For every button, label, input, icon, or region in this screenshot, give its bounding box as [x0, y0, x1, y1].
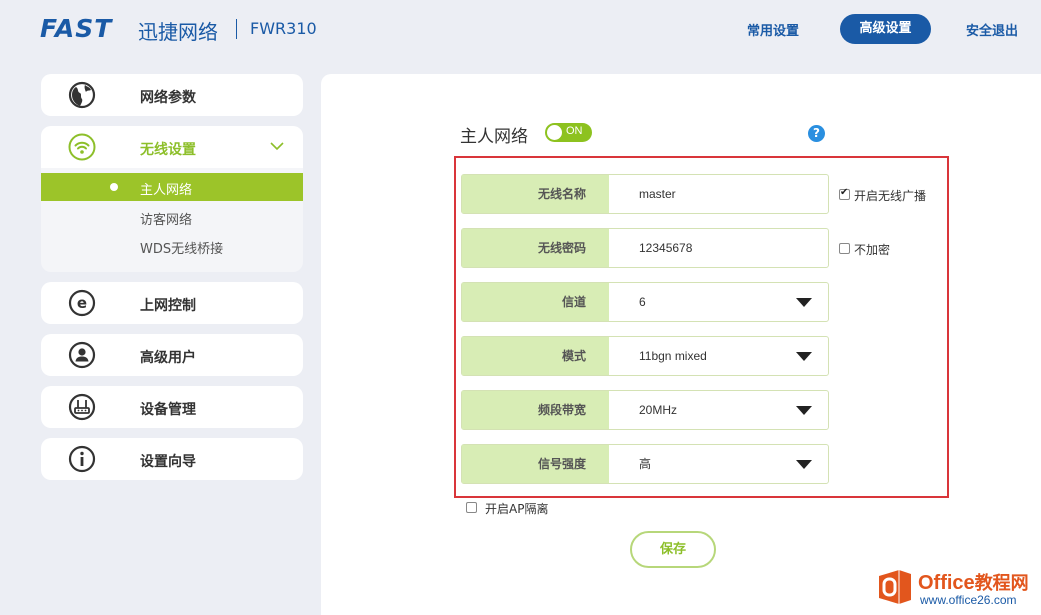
broadcast-checkbox[interactable] — [839, 187, 850, 200]
sidebar-item-advanced-user[interactable]: 高级用户 — [41, 334, 303, 376]
sidebar-item-setup-wizard[interactable]: 设置向导 — [41, 438, 303, 480]
password-field[interactable]: 无线密码 12345678 — [461, 228, 829, 268]
sidebar-wireless-group: 无线设置 主人网络 访客网络 WDS无线桥接 — [41, 126, 303, 272]
ssid-field[interactable]: 无线名称 master — [461, 174, 829, 214]
mode-select[interactable]: 模式 11bgn mixed — [461, 336, 829, 376]
toggle-knob — [547, 125, 562, 140]
signal-strength-select[interactable]: 信号强度 高 — [461, 444, 829, 484]
field-value: 11bgn mixed — [639, 349, 707, 363]
sidebar-item-label: 网络参数 — [140, 90, 196, 106]
sidebar-subitem-host-network[interactable]: 主人网络 — [41, 173, 303, 201]
network-toggle[interactable]: ON — [545, 123, 592, 142]
field-label: 频段带宽 — [462, 391, 609, 429]
globe-icon — [68, 81, 96, 109]
model-name: FWR310 — [250, 19, 317, 38]
brand-name: 迅捷网络 — [138, 20, 218, 44]
dropdown-arrow-icon[interactable] — [796, 298, 812, 307]
save-button[interactable]: 保存 — [630, 531, 716, 568]
wifi-icon — [68, 133, 96, 161]
sidebar-item-wireless[interactable]: 无线设置 — [41, 126, 303, 168]
field-label: 信号强度 — [462, 445, 609, 483]
nav-advanced-settings[interactable]: 高级设置 — [840, 14, 931, 44]
watermark-name: Office教程网 — [918, 569, 1029, 595]
router-icon — [68, 393, 96, 421]
field-value[interactable]: 12345678 — [639, 229, 692, 267]
sidebar-subitem-label: 主人网络 — [140, 183, 193, 198]
sidebar-item-label: 上网控制 — [140, 298, 196, 314]
top-header: FAST 迅捷网络 FWR310 常用设置 高级设置 安全退出 — [0, 0, 1041, 58]
active-dot — [110, 183, 118, 191]
help-icon[interactable]: ? — [808, 125, 825, 142]
field-label: 信道 — [462, 283, 609, 321]
field-label: 无线名称 — [462, 175, 609, 213]
brand-divider — [236, 19, 237, 39]
dropdown-arrow-icon[interactable] — [796, 460, 812, 469]
office-logo-icon — [879, 570, 911, 604]
nav-logout[interactable]: 安全退出 — [966, 20, 1018, 39]
chevron-down-icon — [270, 142, 284, 151]
sidebar-item-label: 设置向导 — [140, 454, 196, 470]
info-icon — [68, 445, 96, 473]
watermark-name-en: Office — [918, 572, 975, 594]
page-title: 主人网络 — [460, 127, 528, 147]
svg-text:e: e — [77, 294, 87, 312]
e-icon: e — [68, 289, 96, 317]
field-label: 模式 — [462, 337, 609, 375]
user-icon — [68, 341, 96, 369]
field-value: 高 — [639, 457, 652, 471]
field-value: 20MHz — [639, 403, 678, 417]
field-value: 6 — [639, 295, 646, 309]
nav-common-settings[interactable]: 常用设置 — [747, 20, 799, 39]
sidebar-subitem-wds-bridge[interactable]: WDS无线桥接 — [140, 238, 223, 257]
field-label: 无线密码 — [462, 229, 609, 267]
no-encrypt-checkbox[interactable] — [839, 243, 850, 254]
sidebar-item-device-management[interactable]: 设备管理 — [41, 386, 303, 428]
toggle-label: ON — [566, 125, 583, 137]
bandwidth-select[interactable]: 频段带宽 20MHz — [461, 390, 829, 430]
no-encrypt-label: 不加密 — [854, 243, 891, 257]
watermark-name-cn: 教程网 — [974, 573, 1029, 594]
sidebar-subitem-guest-network[interactable]: 访客网络 — [140, 209, 192, 228]
dropdown-arrow-icon[interactable] — [796, 406, 812, 415]
sidebar-item-label: 无线设置 — [140, 142, 196, 158]
brand-logo: FAST — [40, 14, 113, 43]
watermark-url: www.office26.com — [920, 593, 1017, 607]
sidebar-item-network[interactable]: 网络参数 — [41, 74, 303, 116]
broadcast-label: 开启无线广播 — [854, 189, 927, 203]
sidebar-item-label: 高级用户 — [140, 350, 196, 366]
ap-isolation-checkbox[interactable] — [466, 502, 477, 513]
channel-select[interactable]: 信道 6 — [461, 282, 829, 322]
sidebar-item-label: 设备管理 — [140, 402, 196, 418]
sidebar-item-access-control[interactable]: e 上网控制 — [41, 282, 303, 324]
dropdown-arrow-icon[interactable] — [796, 352, 812, 361]
ap-isolation-label: 开启AP隔离 — [485, 502, 549, 516]
field-value[interactable]: master — [639, 175, 676, 213]
